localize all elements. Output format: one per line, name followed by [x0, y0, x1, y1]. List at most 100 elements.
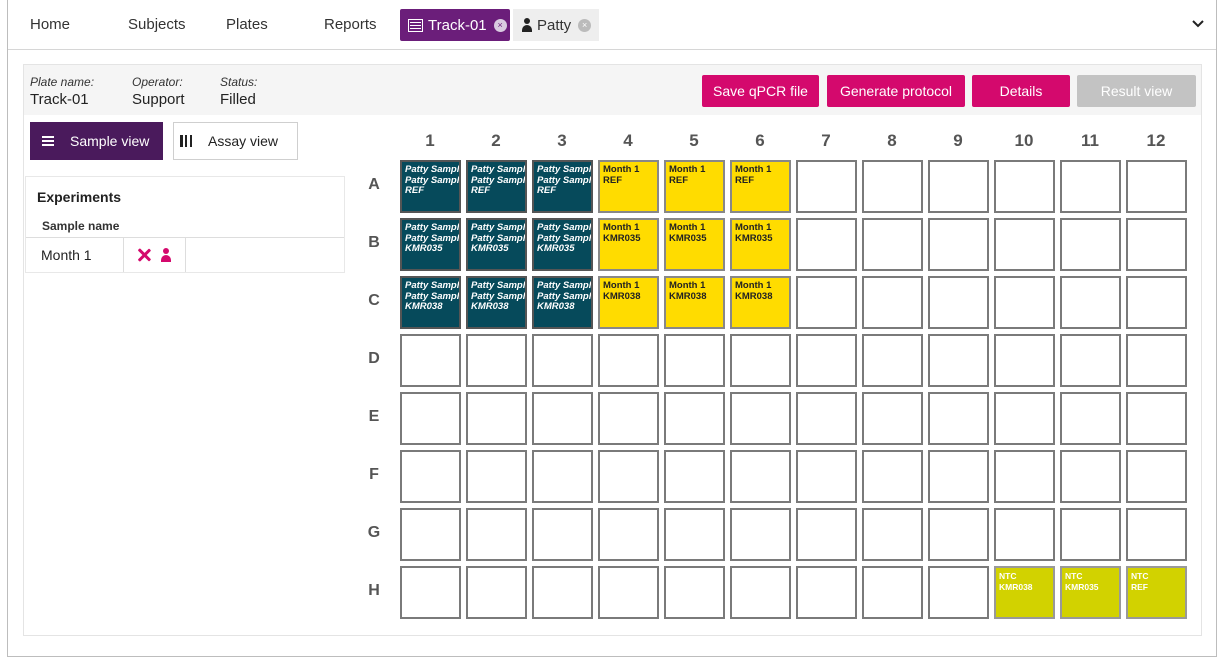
plate-well[interactable] — [994, 450, 1055, 503]
plate-well[interactable] — [598, 450, 659, 503]
plate-well[interactable]: Month 1 KMR035 — [730, 218, 791, 271]
plate-well[interactable] — [796, 334, 857, 387]
plate-well[interactable] — [1060, 276, 1121, 329]
plate-well[interactable] — [466, 566, 527, 619]
close-icon[interactable]: × — [578, 18, 592, 32]
plate-well[interactable]: Patty Sample Patty Sample KMR038 — [400, 276, 461, 329]
plate-well[interactable] — [1060, 450, 1121, 503]
plate-well[interactable]: Month 1 REF — [598, 160, 659, 213]
plate-well[interactable] — [730, 392, 791, 445]
plate-well[interactable]: Patty Sample Patty Sample REF — [400, 160, 461, 213]
experiment-row[interactable]: Month 1 — [26, 237, 344, 272]
plate-well[interactable] — [598, 392, 659, 445]
plate-well[interactable] — [466, 508, 527, 561]
plate-well[interactable] — [532, 392, 593, 445]
plate-well[interactable] — [1126, 160, 1187, 213]
plate-well[interactable] — [862, 218, 923, 271]
plate-well[interactable]: Month 1 KMR038 — [664, 276, 725, 329]
plate-well[interactable] — [664, 566, 725, 619]
plate-well[interactable] — [532, 450, 593, 503]
plate-well[interactable]: Patty Sample Patty Sample KMR035 — [400, 218, 461, 271]
plate-well[interactable] — [532, 566, 593, 619]
plate-well[interactable] — [400, 392, 461, 445]
plate-well[interactable] — [598, 566, 659, 619]
plate-well[interactable] — [862, 392, 923, 445]
nav-home[interactable]: Home — [30, 16, 70, 33]
plate-well[interactable] — [928, 160, 989, 213]
plate-well[interactable] — [664, 450, 725, 503]
plate-well[interactable] — [928, 508, 989, 561]
plate-well[interactable] — [928, 218, 989, 271]
plate-well[interactable] — [400, 508, 461, 561]
plate-well[interactable] — [796, 276, 857, 329]
tab-track-01[interactable]: Track-01 × — [400, 9, 510, 41]
plate-well[interactable] — [598, 334, 659, 387]
plate-well[interactable] — [400, 334, 461, 387]
plate-well[interactable] — [466, 334, 527, 387]
plate-well[interactable]: Patty Sample Patty Sample KMR035 — [532, 218, 593, 271]
plate-well[interactable] — [400, 450, 461, 503]
plate-well[interactable]: NTC KMR035 — [1060, 566, 1121, 619]
plate-well[interactable] — [994, 276, 1055, 329]
remove-icon[interactable] — [137, 248, 151, 262]
plate-well[interactable] — [928, 276, 989, 329]
plate-well[interactable] — [994, 392, 1055, 445]
plate-well[interactable] — [598, 508, 659, 561]
plate-well[interactable]: Month 1 KMR038 — [730, 276, 791, 329]
plate-well[interactable] — [1126, 392, 1187, 445]
plate-well[interactable] — [994, 160, 1055, 213]
plate-well[interactable] — [994, 334, 1055, 387]
sample-view-button[interactable]: Sample view — [30, 122, 163, 160]
plate-well[interactable] — [664, 334, 725, 387]
plate-well[interactable]: Patty Sample Patty Sample KMR038 — [532, 276, 593, 329]
plate-well[interactable]: Patty Sample Patty Sample REF — [532, 160, 593, 213]
plate-well[interactable] — [1060, 334, 1121, 387]
plate-well[interactable] — [862, 508, 923, 561]
plate-well[interactable] — [862, 450, 923, 503]
plate-well[interactable] — [928, 450, 989, 503]
plate-well[interactable] — [928, 334, 989, 387]
plate-well[interactable]: NTC KMR038 — [994, 566, 1055, 619]
plate-well[interactable] — [664, 392, 725, 445]
plate-well[interactable] — [796, 450, 857, 503]
plate-well[interactable] — [730, 334, 791, 387]
person-icon[interactable] — [160, 248, 171, 262]
plate-well[interactable] — [862, 276, 923, 329]
plate-well[interactable] — [730, 450, 791, 503]
plate-well[interactable] — [1126, 276, 1187, 329]
plate-well[interactable] — [796, 392, 857, 445]
plate-well[interactable]: Patty Sample Patty Sample REF — [466, 160, 527, 213]
plate-well[interactable]: Month 1 KMR035 — [664, 218, 725, 271]
plate-well[interactable] — [796, 160, 857, 213]
nav-subjects[interactable]: Subjects — [128, 16, 186, 33]
plate-well[interactable] — [1126, 508, 1187, 561]
plate-well[interactable] — [1126, 334, 1187, 387]
plate-well[interactable] — [466, 450, 527, 503]
plate-well[interactable] — [532, 508, 593, 561]
generate-protocol-button[interactable]: Generate protocol — [827, 75, 965, 107]
details-button[interactable]: Details — [972, 75, 1070, 107]
plate-well[interactable] — [466, 392, 527, 445]
plate-well[interactable]: Month 1 REF — [664, 160, 725, 213]
plate-well[interactable] — [862, 566, 923, 619]
plate-well[interactable] — [400, 566, 461, 619]
plate-well[interactable] — [928, 392, 989, 445]
plate-well[interactable] — [862, 160, 923, 213]
plate-well[interactable] — [730, 508, 791, 561]
plate-well[interactable] — [1060, 392, 1121, 445]
plate-well[interactable] — [664, 508, 725, 561]
plate-well[interactable]: NTC REF — [1126, 566, 1187, 619]
plate-well[interactable] — [796, 566, 857, 619]
plate-well[interactable] — [928, 566, 989, 619]
plate-well[interactable] — [532, 334, 593, 387]
plate-well[interactable] — [796, 508, 857, 561]
plate-well[interactable]: Month 1 REF — [730, 160, 791, 213]
plate-well[interactable] — [1126, 218, 1187, 271]
plate-well[interactable] — [1060, 508, 1121, 561]
plate-well[interactable] — [994, 508, 1055, 561]
nav-plates[interactable]: Plates — [226, 16, 268, 33]
plate-well[interactable]: Patty Sample Patty Sample KMR035 — [466, 218, 527, 271]
plate-well[interactable] — [730, 566, 791, 619]
plate-well[interactable] — [796, 218, 857, 271]
assay-view-button[interactable]: Assay view — [173, 122, 298, 160]
